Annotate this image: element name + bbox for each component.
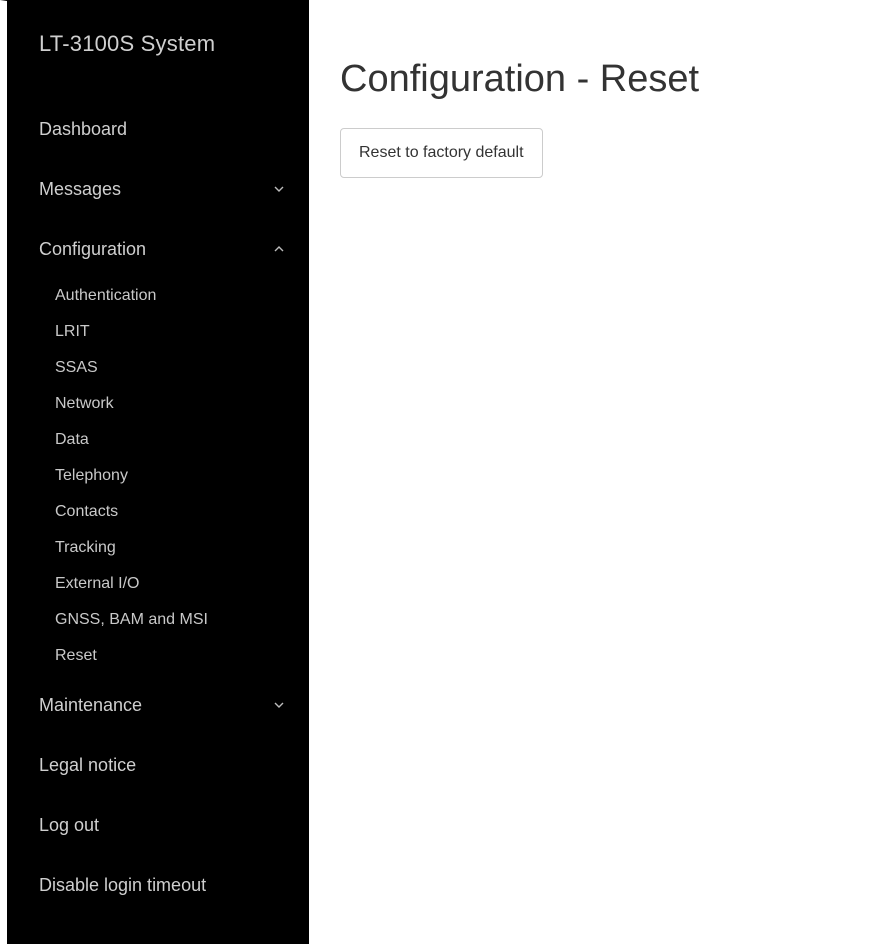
chevron-down-icon bbox=[274, 175, 284, 213]
sidebar-item-configuration[interactable]: Configuration bbox=[39, 235, 284, 263]
brand-title: LT-3100S System bbox=[39, 31, 216, 56]
sidebar-subitem-ssas[interactable]: SSAS bbox=[55, 357, 98, 379]
sidebar-subitem-tracking[interactable]: Tracking bbox=[55, 537, 116, 559]
sidebar-item-log-out[interactable]: Log out bbox=[39, 811, 284, 839]
sidebar-item-label: Dashboard bbox=[39, 119, 128, 139]
sidebar-subitem-lrit[interactable]: LRIT bbox=[55, 321, 90, 343]
reset-factory-default-button[interactable]: Reset to factory default bbox=[340, 128, 543, 178]
sidebar-subitem-contacts[interactable]: Contacts bbox=[55, 501, 118, 523]
sidebar-item-label: Maintenance bbox=[39, 695, 143, 715]
sidebar-subitem-authentication[interactable]: Authentication bbox=[55, 285, 156, 307]
sidebar-subitem-reset[interactable]: Reset bbox=[55, 645, 97, 667]
page-title: Configuration - Reset bbox=[340, 58, 700, 100]
sidebar-subitem-telephony[interactable]: Telephony bbox=[55, 465, 128, 487]
sidebar-item-legal-notice[interactable]: Legal notice bbox=[39, 751, 284, 779]
sidebar: LT-3100S System Dashboard Messages Confi… bbox=[7, 0, 309, 944]
main-content: Configuration - Reset Reset to factory d… bbox=[309, 0, 884, 944]
sidebar-item-messages[interactable]: Messages bbox=[39, 175, 284, 203]
sidebar-item-label: Messages bbox=[39, 179, 122, 199]
chevron-up-icon bbox=[274, 235, 284, 273]
chevron-down-icon bbox=[274, 691, 284, 729]
sidebar-subitem-external-io[interactable]: External I/O bbox=[55, 573, 139, 595]
sidebar-subitem-gnss-bam-msi[interactable]: GNSS, BAM and MSI bbox=[55, 609, 208, 631]
sidebar-item-label: Configuration bbox=[39, 239, 147, 259]
sidebar-subitem-network[interactable]: Network bbox=[55, 393, 114, 415]
sidebar-item-label: Log out bbox=[39, 815, 100, 835]
sidebar-subitem-data[interactable]: Data bbox=[55, 429, 89, 451]
sidebar-item-dashboard[interactable]: Dashboard bbox=[39, 115, 284, 143]
sidebar-item-label: Legal notice bbox=[39, 755, 137, 775]
sidebar-item-maintenance[interactable]: Maintenance bbox=[39, 691, 284, 719]
sidebar-item-label: Disable login timeout bbox=[39, 875, 207, 895]
sidebar-item-disable-login-timeout[interactable]: Disable login timeout bbox=[39, 871, 284, 899]
